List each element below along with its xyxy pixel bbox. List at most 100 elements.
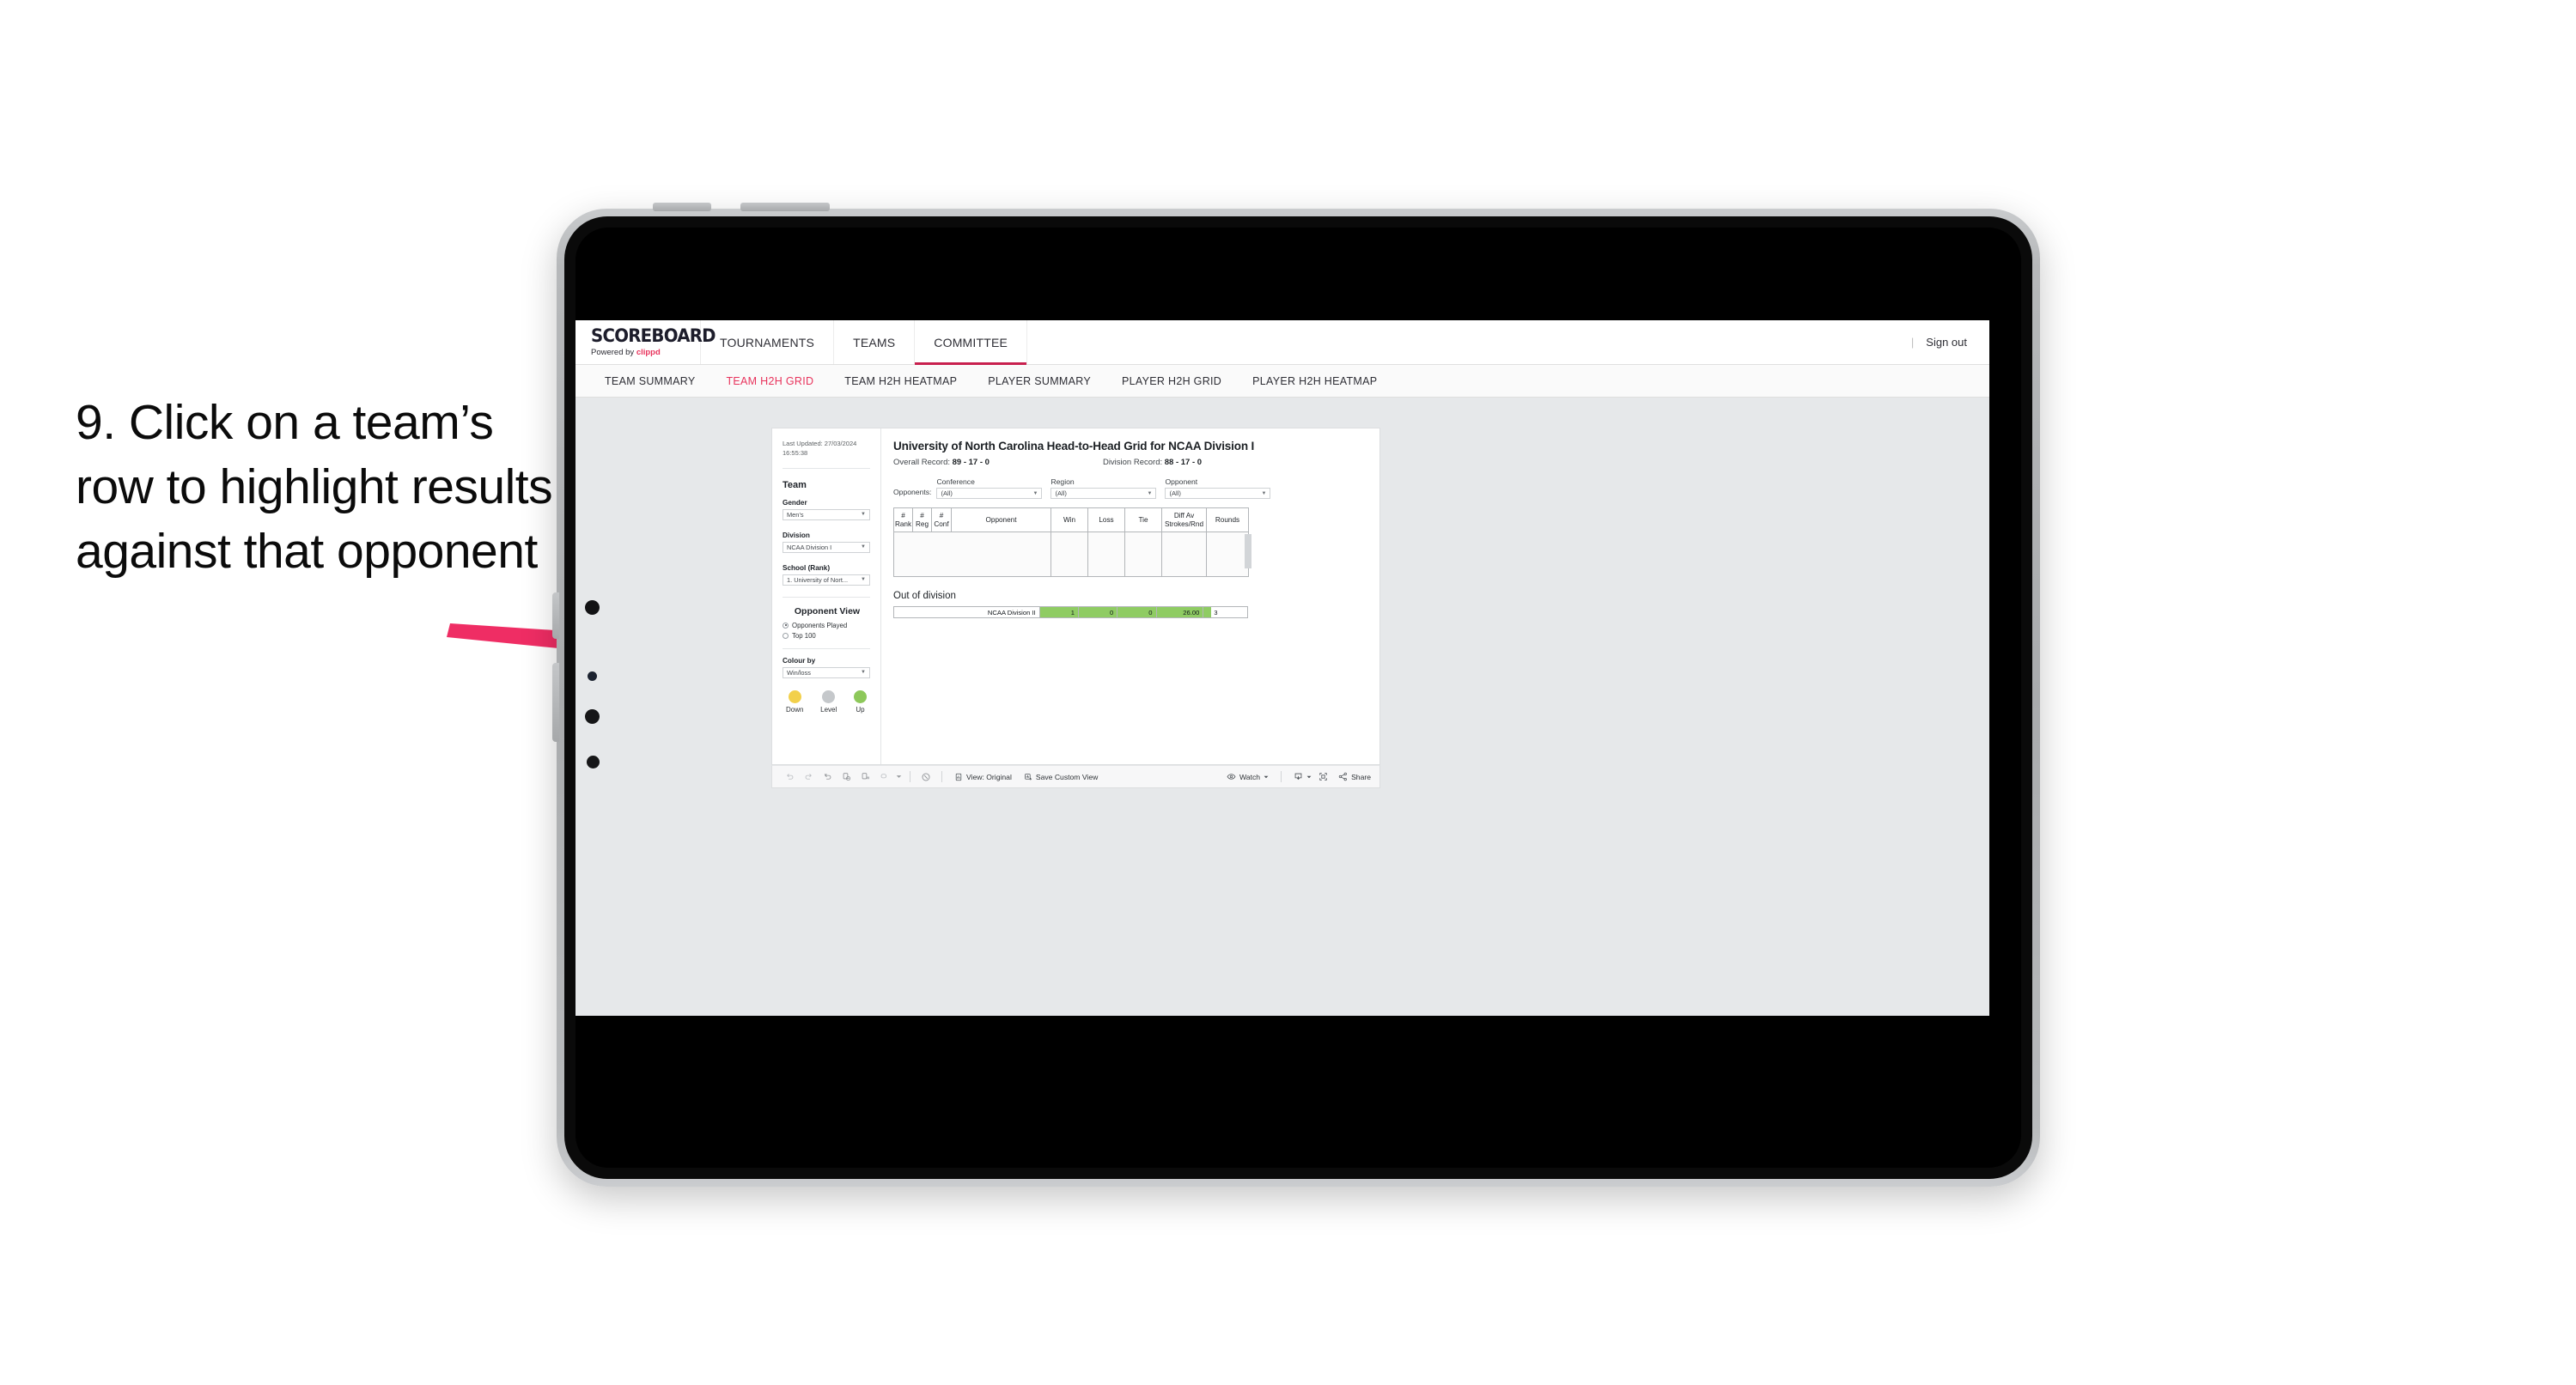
col-header-reg[interactable]: # Reg <box>912 507 932 532</box>
radio-top-100-label: Top 100 <box>792 631 816 640</box>
device-button-left-2 <box>552 663 559 742</box>
top-navigation-bar: SCOREBOARD Powered by clippd TOURNAMENTS… <box>575 320 1989 365</box>
colour-by-select[interactable]: Win/loss ▼ <box>783 666 870 678</box>
view-original-button[interactable]: View: Original <box>948 773 1018 781</box>
region-filter-value: (All) <box>1055 489 1067 497</box>
last-updated-text: Last Updated: 27/03/2024 16:55:38 <box>783 440 857 457</box>
signout-link[interactable]: Sign out <box>1926 336 1967 349</box>
chevron-down-icon: ▼ <box>861 512 866 518</box>
main-panel: University of North Carolina Head-to-Hea… <box>881 428 1379 764</box>
brand-logo[interactable]: SCOREBOARD Powered by clippd <box>575 320 716 364</box>
device-button-top-1 <box>653 203 711 211</box>
radio-icon-selected <box>783 622 789 629</box>
division-label: Division <box>783 531 810 539</box>
region-filter-label: Region <box>1050 477 1075 486</box>
out-of-division-loss: 0 <box>1077 606 1118 618</box>
sub-navigation-bar: TEAM SUMMARY TEAM H2H GRID TEAM H2H HEAT… <box>575 365 1989 398</box>
legend-item-down: Down <box>786 689 803 714</box>
subnav-item-team-summary[interactable]: TEAM SUMMARY <box>589 375 710 387</box>
topnav-item-committee[interactable]: COMMITTEE <box>915 320 1028 365</box>
dropdown-caret-icon[interactable] <box>893 768 904 786</box>
chevron-down-icon: ▼ <box>1261 490 1267 496</box>
radio-opponents-played[interactable]: Opponents Played <box>783 622 870 629</box>
records-row: Overall Record: 89 - 17 - 0 Division Rec… <box>893 458 1367 467</box>
subnav-item-team-h2h-grid[interactable]: TEAM H2H GRID <box>710 375 829 387</box>
viz-bottom-toolbar: View: Original Save Custom View Watch Sh… <box>771 765 1380 788</box>
col-header-opponent[interactable]: Opponent <box>951 507 1051 532</box>
download-button[interactable] <box>1288 772 1313 781</box>
region-filter-group: Region (All) ▼ <box>1050 477 1157 499</box>
chevron-down-icon: ▼ <box>861 670 866 676</box>
out-of-division-diff: 26.00 <box>1155 606 1204 618</box>
radio-opponents-played-label: Opponents Played <box>792 621 848 629</box>
col-header-loss[interactable]: Loss <box>1087 507 1125 532</box>
grid-vertical-scrollbar[interactable] <box>1245 532 1251 665</box>
col-header-tie[interactable]: Tie <box>1124 507 1162 532</box>
sidebar-team-heading: Team <box>783 479 807 490</box>
rounds-bar <box>1203 607 1212 617</box>
topnav-item-tournaments[interactable]: TOURNAMENTS <box>701 320 835 364</box>
conference-filter-label: Conference <box>936 477 975 486</box>
save-custom-view-button[interactable]: Save Custom View <box>1018 773 1104 781</box>
subnav-item-team-h2h-heatmap[interactable]: TEAM H2H HEATMAP <box>829 375 972 387</box>
undo-icon[interactable] <box>780 768 799 786</box>
watch-button[interactable]: Watch <box>1221 772 1275 781</box>
subnav-item-player-summary[interactable]: PLAYER SUMMARY <box>972 375 1106 387</box>
col-header-win[interactable]: Win <box>1050 507 1088 532</box>
grid-blank-row <box>893 532 1249 577</box>
brand-logo-text: SCOREBOARD <box>591 325 716 346</box>
page-title: University of North Carolina Head-to-Hea… <box>893 440 1255 453</box>
dashboard-card: Last Updated: 27/03/2024 16:55:38 Team G… <box>771 428 1380 765</box>
conference-filter-select[interactable]: (All) ▼ <box>936 488 1043 499</box>
toolbar-separator-2 <box>941 771 942 782</box>
share-button[interactable]: Share <box>1332 772 1379 781</box>
scrollbar-thumb[interactable] <box>1245 534 1251 568</box>
col-header-conf[interactable]: # Conf <box>931 507 952 532</box>
alerts-icon[interactable] <box>874 768 893 786</box>
col-header-diff[interactable]: Diff Av Strokes/Rnd <box>1161 507 1207 532</box>
out-of-division-tie: 0 <box>1117 606 1157 618</box>
topnav-item-teams[interactable]: TEAMS <box>834 320 916 364</box>
subnav-item-player-h2h-heatmap[interactable]: PLAYER H2H HEATMAP <box>1237 375 1392 387</box>
legend-dot-down <box>788 689 801 703</box>
radio-top-100[interactable]: Top 100 <box>783 632 870 640</box>
sidebar-divider-3 <box>783 647 870 649</box>
gender-select[interactable]: Men’s ▼ <box>783 508 870 520</box>
col-header-rank[interactable]: # Rank <box>893 507 913 532</box>
device-button-top-2 <box>740 203 830 211</box>
subnav-item-player-h2h-grid[interactable]: PLAYER H2H GRID <box>1106 375 1237 387</box>
opponent-filter-value: (All) <box>1169 489 1181 497</box>
out-of-division-title: Out of division <box>893 591 956 601</box>
device-sensor-1 <box>585 600 600 615</box>
division-select[interactable]: NCAA Division I ▼ <box>783 541 870 553</box>
pause-icon[interactable] <box>856 768 874 786</box>
tablet-screen: SCOREBOARD Powered by clippd TOURNAMENTS… <box>575 228 2021 1168</box>
brand-tagline: Powered by clippd <box>591 348 661 357</box>
help-icon[interactable] <box>917 768 935 786</box>
device-sensor-4 <box>587 756 600 768</box>
sidebar-divider-2 <box>783 596 870 598</box>
col-header-rounds[interactable]: Rounds <box>1206 507 1249 532</box>
region-filter-select[interactable]: (All) ▼ <box>1050 488 1157 499</box>
fullscreen-icon[interactable] <box>1313 768 1332 786</box>
gender-label: Gender <box>783 498 807 507</box>
out-of-division-row[interactable]: NCAA Division II 1 0 0 26.00 3 <box>893 606 1248 618</box>
filters-sidebar: Last Updated: 27/03/2024 16:55:38 Team G… <box>772 428 881 764</box>
out-of-division-table: NCAA Division II 1 0 0 26.00 3 <box>893 606 1248 618</box>
redo-icon[interactable] <box>799 768 818 786</box>
revert-icon[interactable] <box>818 768 837 786</box>
watch-label: Watch <box>1239 772 1261 781</box>
grid-header-row: # Rank # Reg # Conf Opponent Win Loss Tie D… <box>893 507 1249 532</box>
chevron-down-icon: ▼ <box>861 577 866 583</box>
sidebar-divider-1 <box>783 467 870 469</box>
radio-icon <box>783 632 789 639</box>
share-label: Share <box>1351 772 1371 781</box>
school-select[interactable]: 1. University of Nort... ▼ <box>783 574 870 586</box>
opponent-filter-select[interactable]: (All) ▼ <box>1165 488 1271 499</box>
signout-divider: | <box>1910 336 1915 349</box>
device-sensor-2 <box>588 671 597 681</box>
chevron-down-icon: ▼ <box>861 544 866 550</box>
view-original-label: View: Original <box>966 772 1012 781</box>
gender-value: Men’s <box>787 510 804 519</box>
refresh-icon[interactable] <box>837 768 856 786</box>
